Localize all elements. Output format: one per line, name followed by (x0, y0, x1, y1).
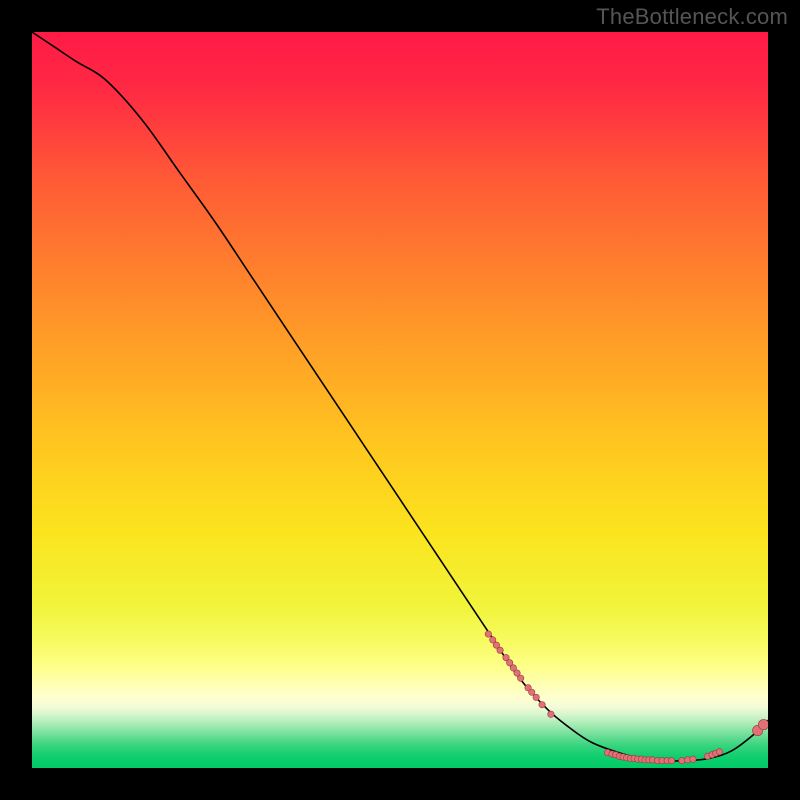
chart-container: TheBottleneck.com (0, 0, 800, 800)
data-point (485, 631, 491, 637)
data-point (690, 756, 696, 762)
data-point (668, 757, 674, 763)
data-point (758, 719, 768, 729)
data-point (539, 702, 545, 708)
gradient-background (32, 32, 768, 768)
data-point (548, 711, 554, 717)
data-point (497, 647, 503, 653)
data-point (529, 689, 535, 695)
data-point (533, 694, 539, 700)
plot-area (32, 32, 768, 768)
data-point (716, 749, 722, 755)
watermark-text: TheBottleneck.com (596, 4, 788, 30)
chart-svg (32, 32, 768, 768)
data-point (679, 757, 685, 763)
data-point (518, 675, 524, 681)
